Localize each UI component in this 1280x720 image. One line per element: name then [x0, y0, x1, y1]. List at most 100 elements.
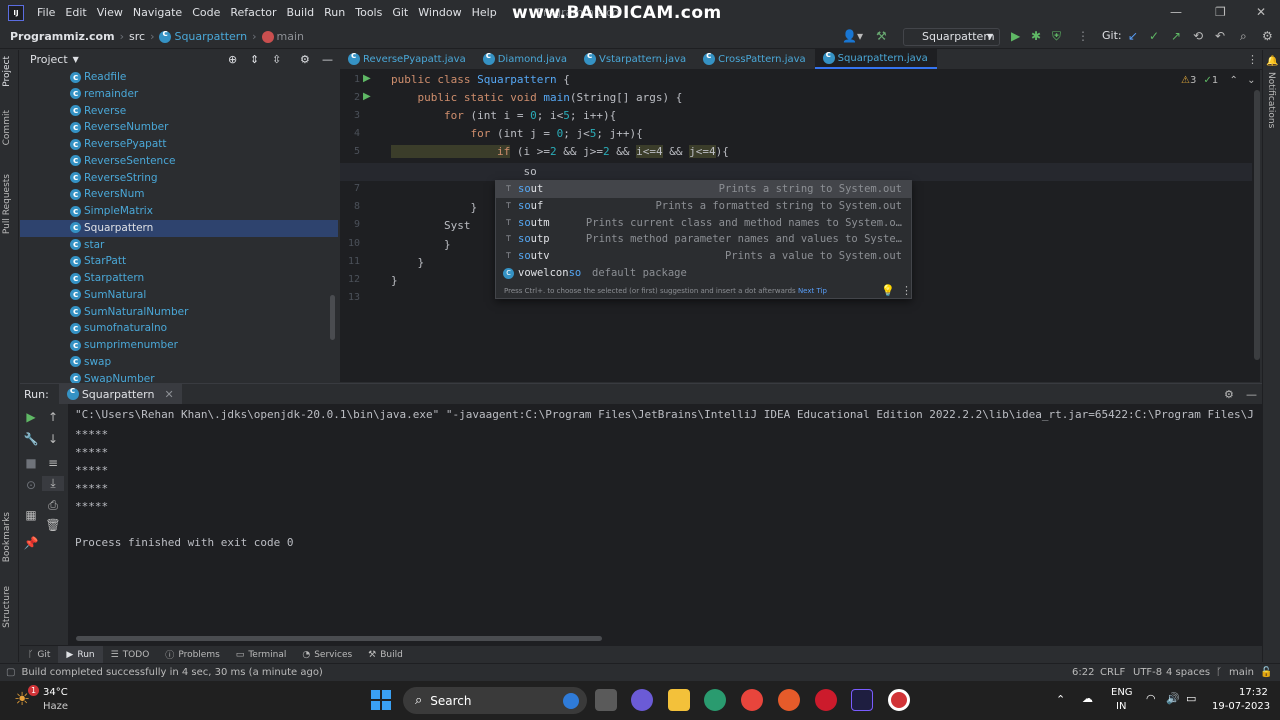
indent-setting[interactable]: 4 spaces [1166, 667, 1210, 678]
project-tree-item[interactable]: ReverseString [20, 170, 338, 187]
weather-temp[interactable]: 34°C [43, 687, 68, 698]
run-configuration-select[interactable]: Squarpattern ▼ [903, 28, 1000, 46]
chevron-up-icon[interactable]: ⌃ [1056, 693, 1065, 706]
project-tree-item[interactable]: ReversNum [20, 186, 338, 204]
git-push-icon[interactable]: ↗ [1171, 29, 1181, 43]
project-tree-item[interactable]: Squarpattern [20, 219, 338, 237]
menu-edit[interactable]: Edit [60, 6, 91, 19]
run-settings-gear-icon[interactable]: ⚙ [1224, 388, 1234, 401]
bandicam-record-icon[interactable] [888, 689, 910, 711]
structure-tool-button[interactable]: Structure [2, 586, 12, 628]
clock-time[interactable]: 17:32 [1239, 687, 1268, 698]
menu-window[interactable]: Window [413, 6, 466, 19]
editor-scrollbar[interactable] [1254, 90, 1260, 360]
breadcrumb-method[interactable]: main [277, 30, 304, 43]
project-tool-button[interactable]: Project [2, 56, 12, 87]
project-tree-item[interactable]: ReverseNumber [20, 119, 338, 137]
completion-item[interactable]: c vowelconso default package [496, 265, 911, 282]
project-tree-item[interactable]: SumNaturalNumber [20, 304, 338, 321]
project-scrollbar[interactable] [330, 295, 335, 340]
commit-tool-button[interactable]: Commit [2, 110, 12, 145]
git-update-icon[interactable]: ↙ [1128, 29, 1138, 43]
pin-icon[interactable]: 📌 [20, 536, 42, 550]
caret-position[interactable]: 6:22 [1072, 667, 1094, 678]
debug-icon[interactable]: ✱ [1031, 29, 1041, 43]
more-options-icon[interactable]: ⋮ [901, 284, 912, 297]
menu-navigate[interactable]: Navigate [128, 6, 187, 19]
user-icon[interactable]: 👤▾ [842, 29, 863, 43]
wrench-icon[interactable]: 🔧 [20, 432, 42, 446]
menu-code[interactable]: Code [187, 6, 225, 19]
scroll-to-end-icon[interactable]: ⤓ [42, 476, 64, 491]
taskbar-search[interactable]: ⌕ Search [403, 687, 587, 714]
project-tree-item[interactable]: Reverse [20, 103, 338, 120]
git-branch[interactable]: main [1229, 667, 1254, 678]
project-tree-item[interactable]: swap [20, 354, 338, 371]
edge-icon[interactable] [704, 689, 726, 711]
project-tree-item[interactable]: remainder [20, 86, 338, 103]
settings-gear-icon[interactable]: ⚙ [1262, 29, 1273, 43]
rollback-icon[interactable]: ↶ [1215, 29, 1225, 43]
options-gear-icon[interactable]: ⚙ [300, 53, 310, 66]
cloud-icon[interactable]: ☁ [1082, 692, 1093, 705]
camera-icon[interactable]: ⊙ [20, 478, 42, 492]
print-icon[interactable]: ⎙ [42, 498, 64, 513]
collapse-all-icon[interactable]: ⇳ [272, 53, 281, 66]
locate-icon[interactable]: ⊕ [228, 53, 237, 66]
menu-refactor[interactable]: Refactor [225, 6, 281, 19]
tab-git[interactable]: ᚴ Git [20, 646, 58, 664]
build-hammer-icon[interactable]: ⚒ [876, 29, 887, 43]
tab-terminal[interactable]: ▭ Terminal [228, 646, 295, 664]
tabs-more-icon[interactable]: ⋮ [1247, 53, 1258, 66]
completion-item[interactable]: ⊤ souf Prints a formatted string to System… [496, 198, 911, 215]
status-message[interactable]: Build completed successfully in 4 sec, 3… [21, 667, 322, 678]
tab-squarpattern[interactable]: Squarpattern.java [814, 49, 937, 69]
chevron-down-icon[interactable]: ⌄ [1247, 75, 1255, 86]
tab-reversepyapatt[interactable]: ReversePyapatt.java [340, 49, 475, 69]
project-panel-title[interactable]: Project [30, 53, 68, 66]
completion-item[interactable]: ⊤ sout Prints a string to System.out [496, 181, 911, 198]
coverage-icon[interactable]: ⛨ [1052, 29, 1061, 44]
chevron-up-icon[interactable]: ⌃ [1229, 75, 1237, 86]
tab-run[interactable]: ▶ Run [58, 645, 103, 664]
menu-file[interactable]: File [32, 6, 60, 19]
minimize-icon[interactable]: — [1170, 5, 1182, 19]
close-icon[interactable]: ✕ [1256, 5, 1266, 19]
hide-panel-icon[interactable]: — [1246, 388, 1257, 401]
breadcrumb-class[interactable]: Squarpattern [174, 30, 247, 43]
soft-wrap-icon[interactable]: ≡ [42, 456, 64, 470]
project-tree-item[interactable]: StarPatt [20, 253, 338, 271]
task-view-icon[interactable] [595, 689, 617, 711]
expand-all-icon[interactable]: ⇕ [250, 53, 259, 66]
tab-crosspattern[interactable]: CrossPattern.java [695, 49, 815, 69]
duckduckgo-icon[interactable] [778, 689, 800, 711]
project-tree-item[interactable]: sumofnaturalno [20, 320, 338, 338]
tab-problems[interactable]: ⓘ Problems [157, 646, 228, 664]
project-tree-item[interactable]: SimpleMatrix [20, 203, 338, 220]
project-tree-item[interactable]: ReverseSentence [20, 153, 338, 170]
breadcrumb-src[interactable]: src [129, 30, 145, 43]
more-actions-icon[interactable]: ⋮ [1077, 29, 1089, 43]
trash-icon[interactable]: 🗑 [42, 518, 64, 532]
scroll-up-icon[interactable]: ↑ [42, 410, 64, 424]
menu-view[interactable]: View [92, 6, 128, 19]
completion-item[interactable]: ⊤ soutm Prints current class and method na… [496, 215, 911, 232]
file-explorer-icon[interactable] [668, 689, 690, 711]
project-tree-item[interactable]: Readfile [20, 69, 338, 86]
menu-git[interactable]: Git [387, 6, 413, 19]
status-layout-icon[interactable]: ▢ [6, 667, 15, 678]
completion-item[interactable]: ⊤ soutp Prints method parameter names and … [496, 231, 911, 248]
run-gutter-icon[interactable]: ▶ [363, 91, 371, 102]
pull-requests-tool-button[interactable]: Pull Requests [2, 174, 12, 234]
notifications-bell-icon[interactable]: 🔔 [1266, 56, 1278, 67]
completion-item[interactable]: ⊤ soutv Prints a value to System.out [496, 248, 911, 265]
stop-icon[interactable]: ■ [20, 456, 42, 470]
opera-icon[interactable] [815, 689, 837, 711]
tab-build[interactable]: ⚒ Build [360, 646, 411, 664]
wifi-icon[interactable]: ◠ [1146, 692, 1156, 705]
console-horizontal-scrollbar[interactable] [76, 636, 602, 641]
layout-icon[interactable]: ▦ [20, 508, 42, 522]
scroll-down-icon[interactable]: ↓ [42, 432, 64, 446]
bookmarks-tool-button[interactable]: Bookmarks [2, 512, 12, 562]
chevron-down-icon[interactable]: ▼ [73, 55, 79, 64]
